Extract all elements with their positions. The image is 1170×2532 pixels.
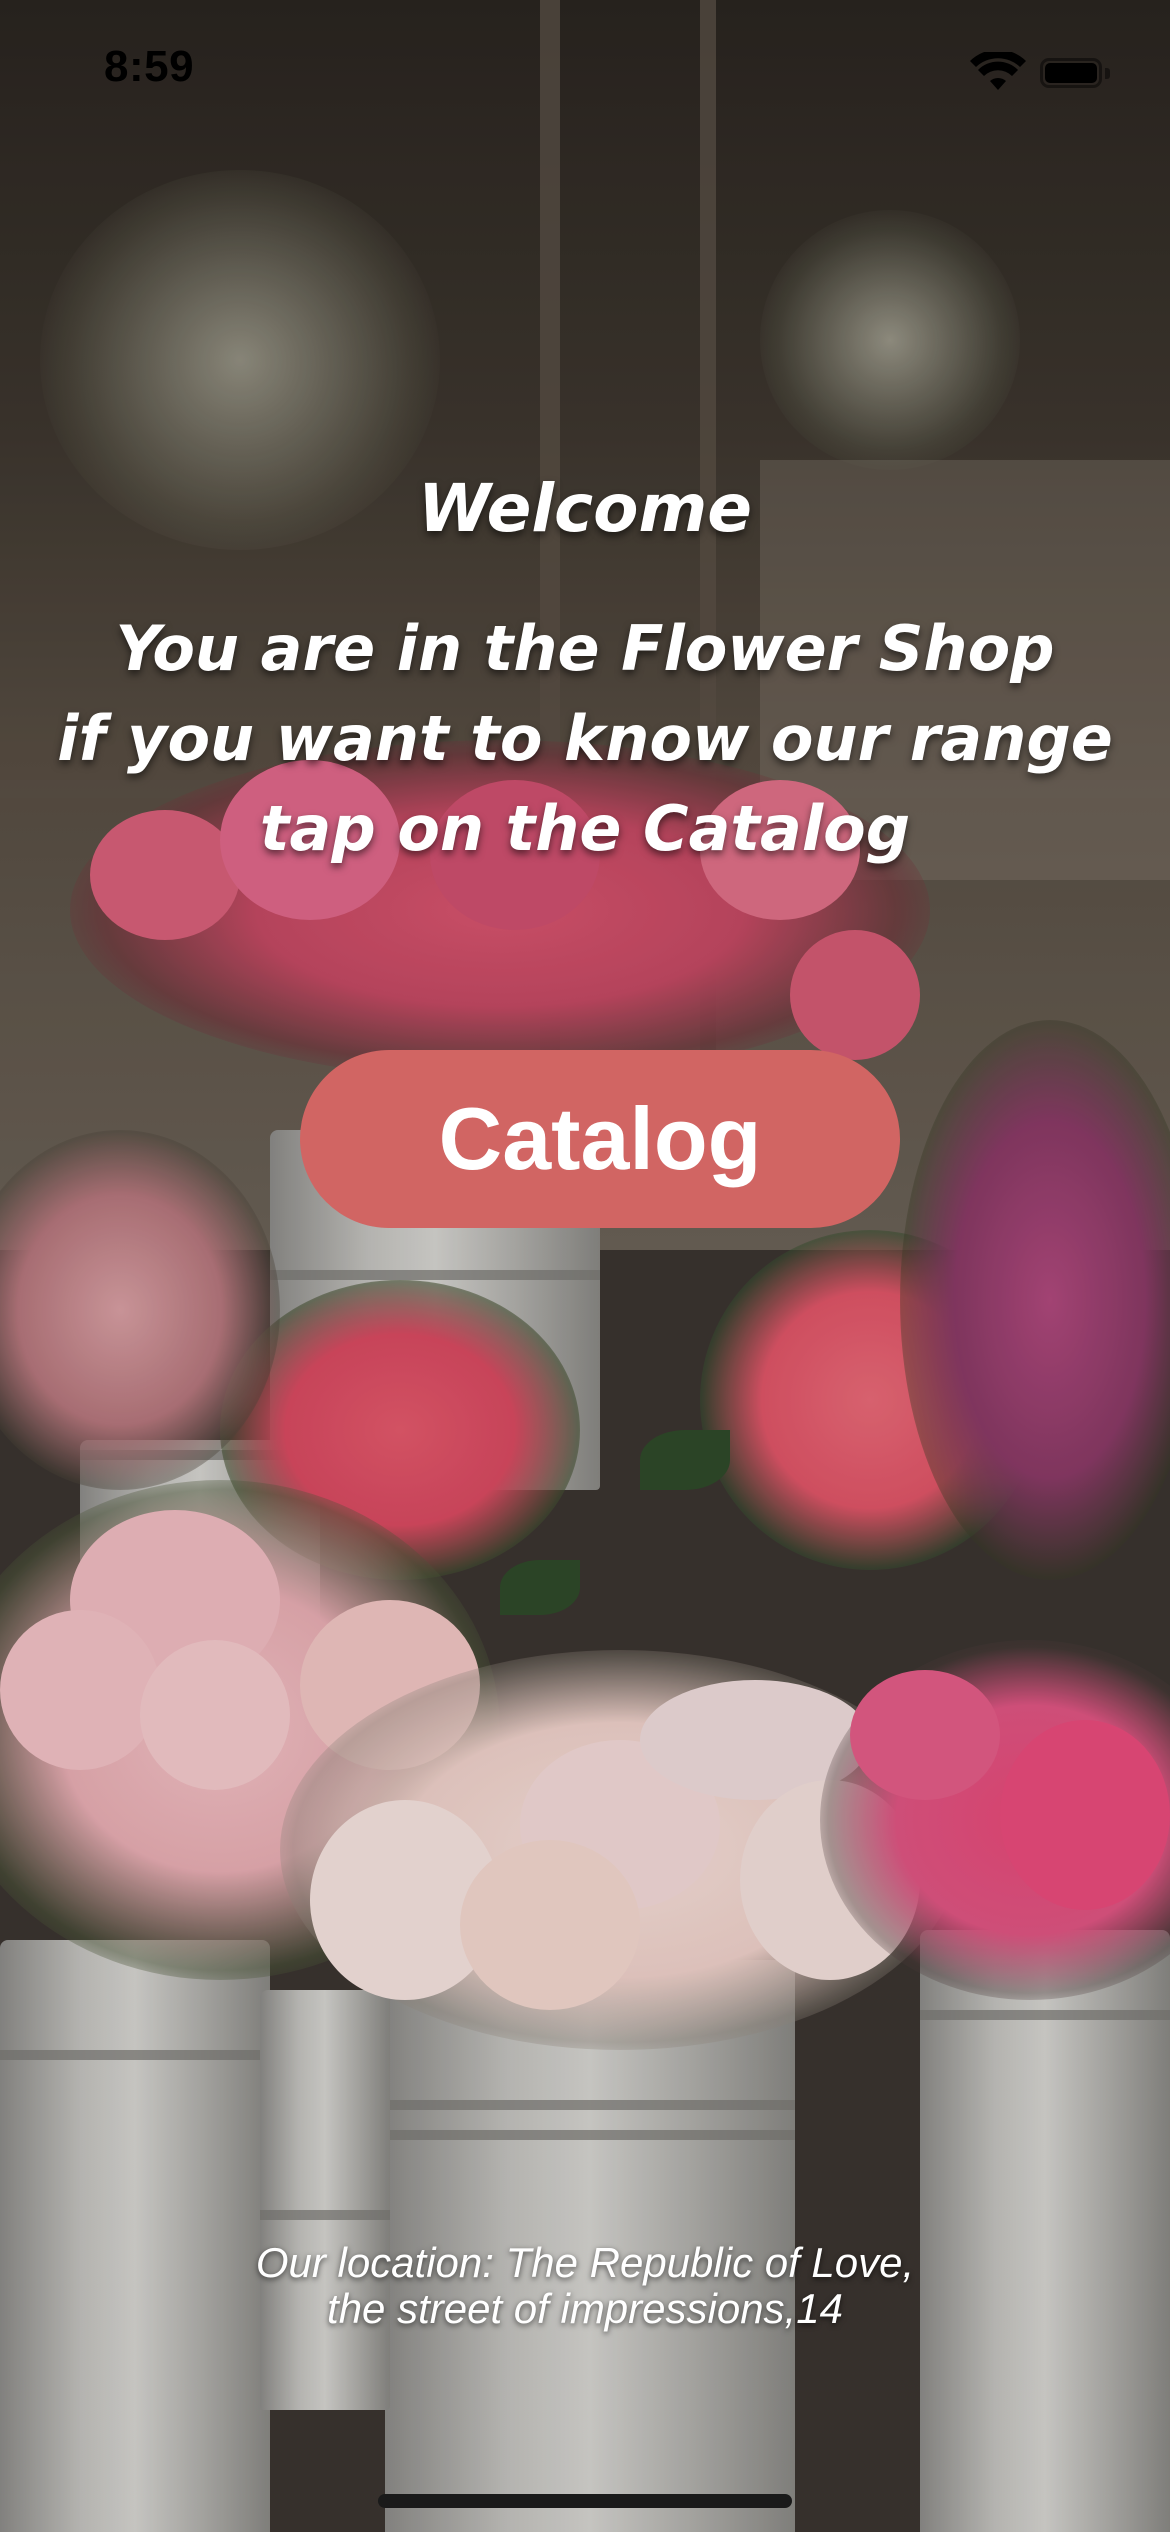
- location-line: Our location: The Republic of Love,: [255, 2239, 915, 2286]
- intro-line: tap on the Catalog: [259, 792, 911, 865]
- photo-tint: [0, 0, 1170, 2532]
- wifi-icon: [970, 52, 1026, 90]
- location-text: Our location: The Republic of Love, the …: [0, 2240, 1170, 2332]
- intro-text: You are in the Flower Shop if you want t…: [0, 604, 1170, 874]
- status-bar: 8:59: [0, 0, 1170, 140]
- intro-line: if you want to know our range: [57, 702, 1113, 775]
- background-photo: [0, 0, 1170, 2532]
- home-indicator[interactable]: [378, 2494, 792, 2508]
- battery-full-icon: [1040, 58, 1112, 90]
- welcome-title: Welcome: [418, 470, 752, 547]
- intro-line: You are in the Flower Shop: [115, 612, 1055, 685]
- location-line: the street of impressions,14: [327, 2285, 843, 2332]
- welcome-screen: 8:59 Welcome You are in the Flower Shop …: [0, 0, 1170, 2532]
- catalog-button[interactable]: Catalog: [300, 1050, 900, 1228]
- status-time: 8:59: [104, 42, 195, 91]
